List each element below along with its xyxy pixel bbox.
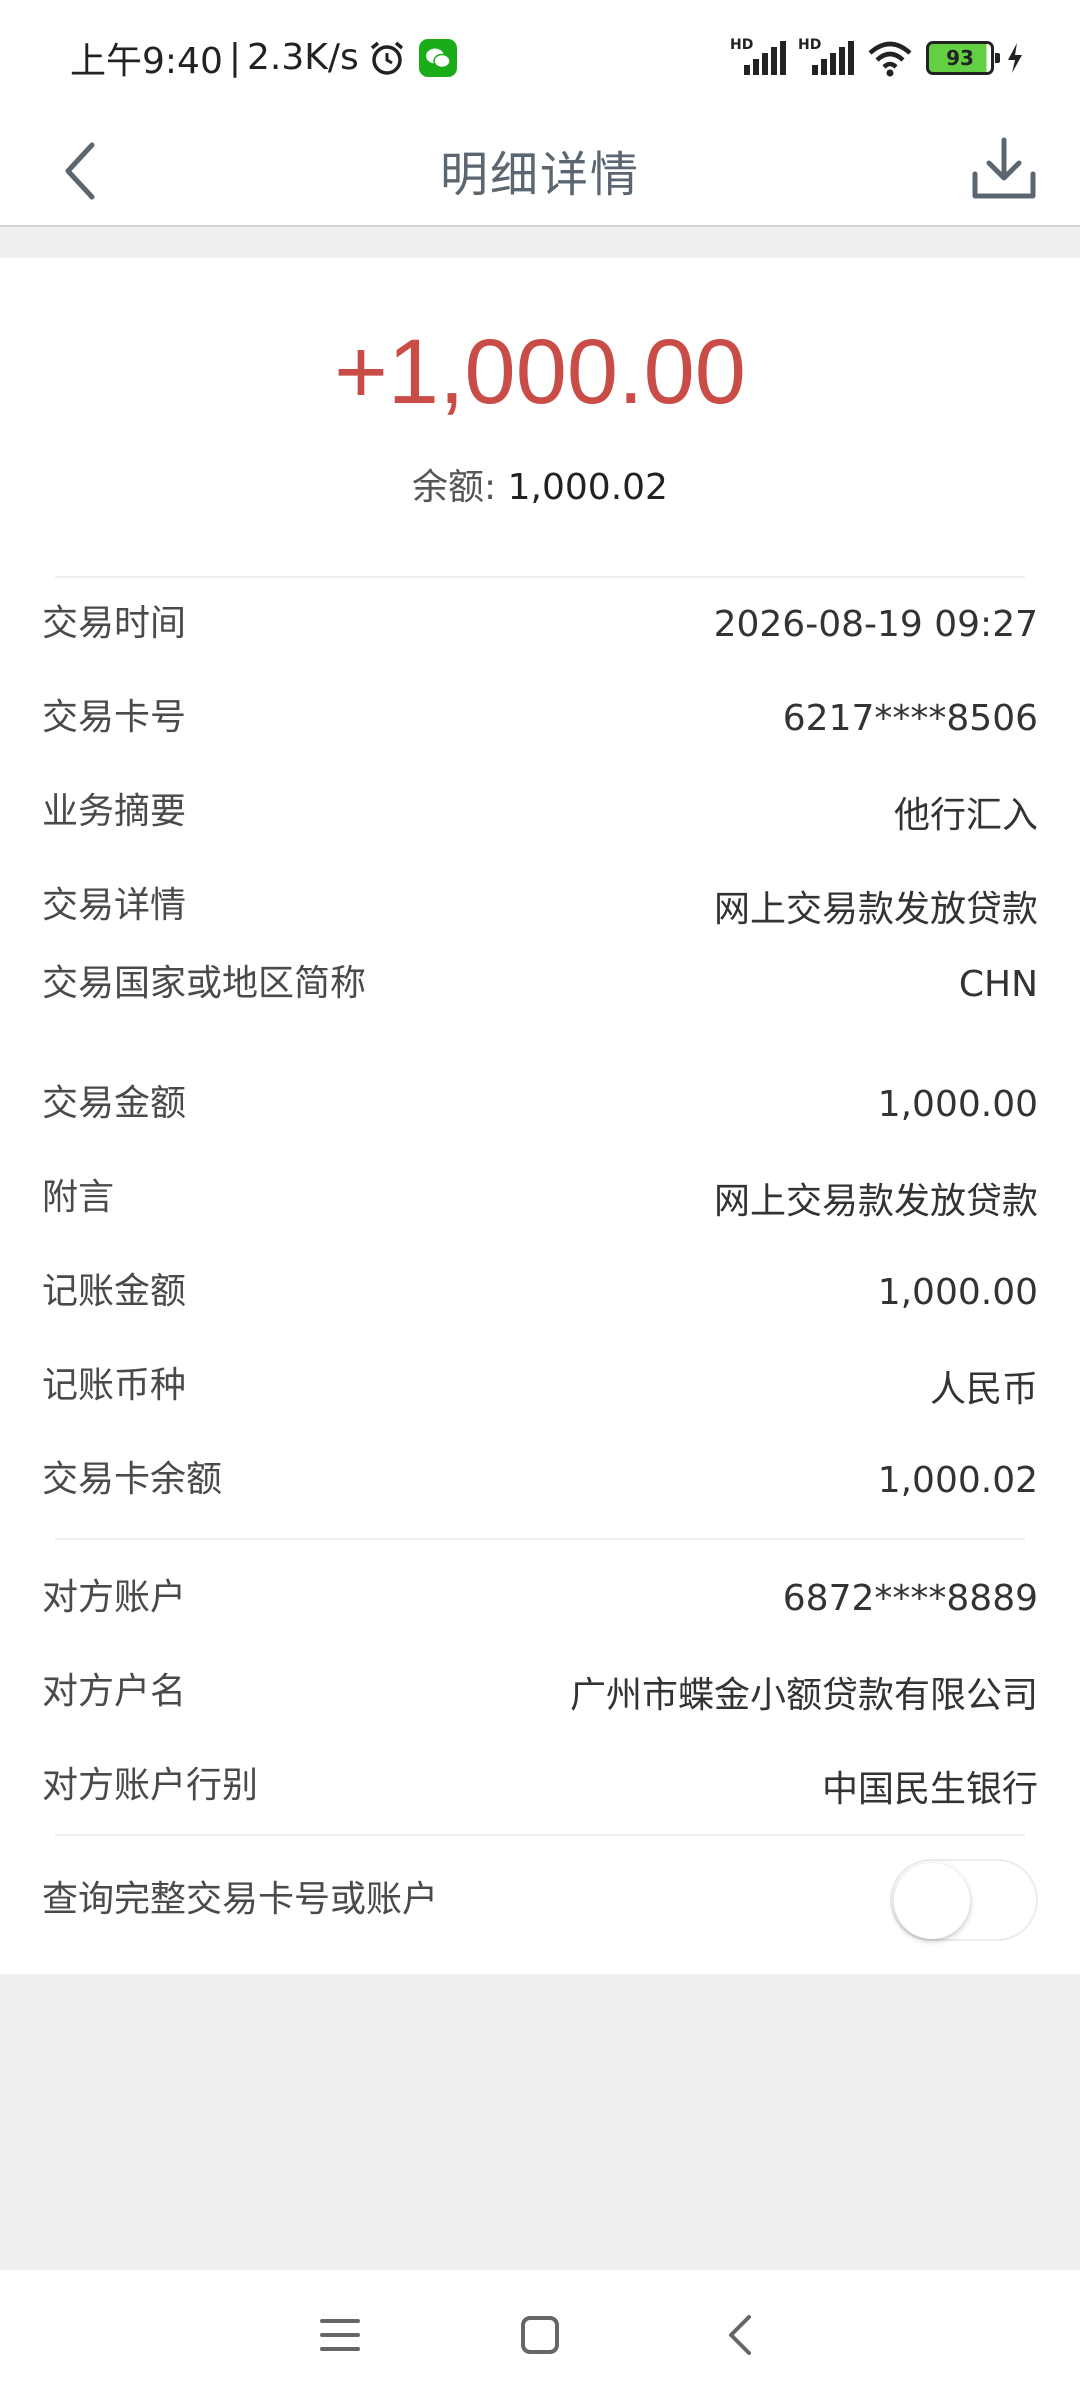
detail-label: 记账币种 — [42, 1365, 187, 1406]
detail-label: 交易金额 — [42, 1083, 187, 1124]
battery-icon: 93 — [926, 40, 1000, 75]
detail-row-card-number: 交易卡号 6217****8506 — [42, 692, 1038, 744]
full-number-toggle[interactable] — [890, 1859, 1038, 1941]
counterparty-row-name: 对方户名 广州市蝶金小额贷款有限公司 — [42, 1666, 1038, 1718]
detail-value: 人民币 — [929, 1369, 1038, 1410]
detail-label: 交易国家或地区简称 — [42, 963, 367, 1004]
wechat-icon — [418, 38, 457, 77]
wifi-icon — [868, 41, 912, 76]
detail-value: 他行汇入 — [893, 795, 1038, 836]
detail-label: 交易卡余额 — [42, 1459, 223, 1500]
detail-value: 1,000.00 — [877, 1083, 1038, 1125]
alarm-icon — [370, 41, 403, 75]
detail-row-time: 交易时间 2026-08-19 09:27 — [42, 598, 1038, 650]
menu-icon — [320, 2319, 360, 2351]
detail-value: 1,000.00 — [877, 1271, 1038, 1313]
divider — [55, 1834, 1025, 1836]
balance-value: 1,000.02 — [507, 467, 668, 508]
detail-row-amount: 交易金额 1,000.00 — [42, 1078, 1038, 1130]
detail-label: 记账金额 — [42, 1271, 187, 1312]
home-icon — [521, 2316, 559, 2354]
detail-value: 6217****8506 — [782, 697, 1038, 739]
full-number-toggle-row: 查询完整交易卡号或账户 — [42, 1859, 1038, 1941]
network-speed: 2.3K/s — [246, 37, 359, 78]
toggle-label: 查询完整交易卡号或账户 — [42, 1879, 439, 1920]
balance-label: 余额: — [412, 467, 497, 508]
home-button[interactable] — [500, 2295, 580, 2375]
detail-label: 对方账户 — [42, 1577, 187, 1618]
system-back-button[interactable] — [700, 2295, 780, 2375]
signal-icon-1: HD — [730, 37, 786, 75]
signal-icon-2: HD — [798, 37, 854, 75]
detail-row-remark: 附言 网上交易款发放贷款 — [42, 1172, 1038, 1224]
download-button[interactable] — [962, 127, 1046, 211]
detail-label: 交易时间 — [42, 603, 187, 644]
detail-value: 广州市蝶金小额贷款有限公司 — [569, 1675, 1038, 1716]
status-time: 上午9:40 — [70, 40, 223, 82]
status-separator: | — [228, 37, 241, 78]
balance-line: 余额: 1,000.02 — [0, 458, 1080, 510]
detail-label: 对方户名 — [42, 1671, 187, 1712]
battery-level: 93 — [946, 45, 974, 70]
detail-label: 交易卡号 — [42, 697, 187, 738]
back-triangle-icon — [729, 2315, 751, 2355]
charging-icon — [1008, 42, 1022, 73]
detail-card: +1,000.00 余额: 1,000.02 交易时间 2026-08-19 0… — [0, 258, 1080, 1974]
detail-value: CHN — [958, 963, 1038, 1005]
system-nav-bar — [0, 2270, 1080, 2400]
detail-value: 中国民生银行 — [821, 1769, 1038, 1810]
detail-label: 附言 — [42, 1177, 115, 1218]
detail-row-currency: 记账币种 人民币 — [42, 1360, 1038, 1412]
status-right: HD HD 93 — [730, 37, 1024, 77]
detail-row-booked-amount: 记账金额 1,000.00 — [42, 1266, 1038, 1318]
detail-value: 6872****8889 — [782, 1577, 1038, 1619]
download-icon — [972, 137, 1036, 199]
transaction-amount: +1,000.00 — [334, 321, 746, 423]
detail-value: 2026-08-19 09:27 — [713, 603, 1038, 645]
detail-label: 对方账户行别 — [42, 1765, 259, 1806]
page-title: 明细详情 — [439, 147, 640, 203]
detail-row-details: 交易详情 网上交易款发放贷款 — [42, 880, 1038, 932]
detail-label: 交易详情 — [42, 885, 187, 926]
counterparty-row-bank: 对方账户行别 中国民生银行 — [42, 1760, 1038, 1812]
detail-label: 业务摘要 — [42, 791, 187, 832]
divider — [55, 576, 1025, 578]
detail-row-country: 交易国家或地区简称 CHN — [42, 958, 1038, 1010]
counterparty-row-account: 对方账户 6872****8889 — [42, 1572, 1038, 1624]
nav-bar: 明细详情 — [0, 115, 1080, 227]
status-left: 上午9:40 | 2.3K/s — [70, 32, 457, 84]
divider — [55, 1538, 1025, 1540]
status-bar: 上午9:40 | 2.3K/s HD HD 93 — [0, 0, 1080, 115]
detail-value: 网上交易款发放贷款 — [713, 1181, 1038, 1222]
toggle-knob — [894, 1863, 970, 1939]
detail-row-summary: 业务摘要 他行汇入 — [42, 786, 1038, 838]
menu-button[interactable] — [300, 2295, 380, 2375]
back-button[interactable] — [42, 133, 118, 209]
hd-label: HD — [798, 36, 822, 53]
detail-value: 1,000.02 — [877, 1459, 1038, 1501]
chevron-left-icon — [65, 142, 95, 200]
detail-value: 网上交易款发放贷款 — [713, 889, 1038, 930]
hd-label: HD — [730, 36, 754, 53]
detail-row-card-balance: 交易卡余额 1,000.02 — [42, 1454, 1038, 1506]
